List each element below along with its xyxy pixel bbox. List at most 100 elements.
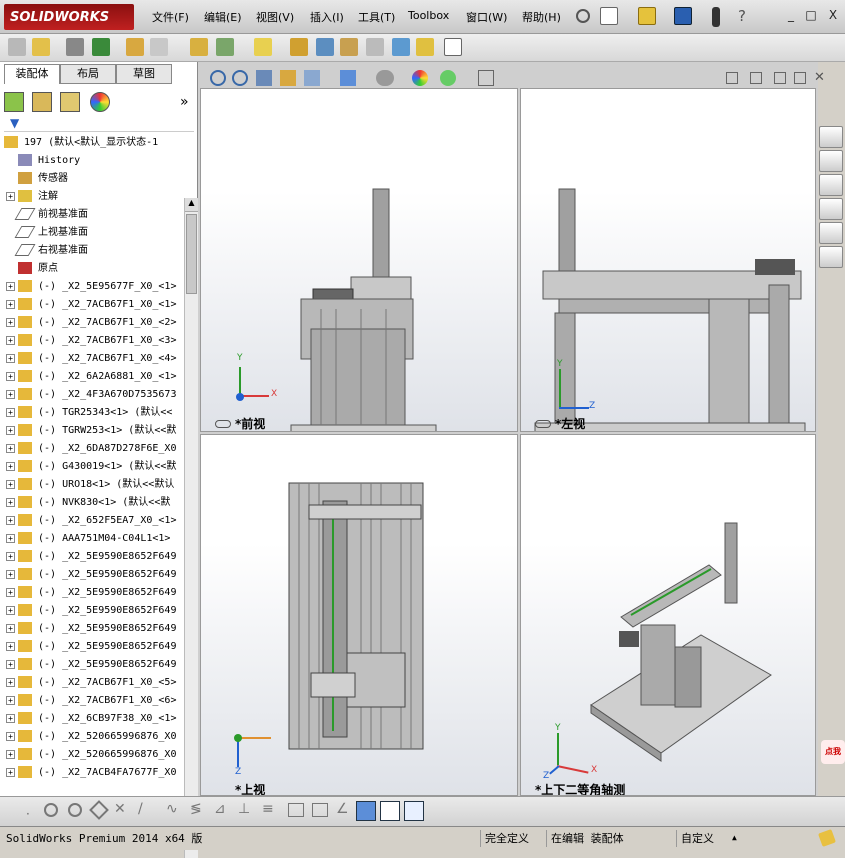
expand-toggle-icon[interactable]: + bbox=[6, 605, 15, 615]
view-link-icon[interactable] bbox=[215, 420, 231, 428]
display-style-icon[interactable] bbox=[340, 70, 356, 86]
exploded-view-icon[interactable] bbox=[340, 38, 358, 56]
tree-scrollbar[interactable]: ▲ bbox=[184, 198, 198, 858]
edit-appearance-icon[interactable] bbox=[412, 70, 428, 86]
units-dropdown-icon[interactable]: ▲ bbox=[732, 833, 737, 842]
expand-toggle-icon[interactable]: + bbox=[6, 443, 15, 453]
expand-toggle-icon[interactable]: + bbox=[6, 587, 15, 597]
circle-icon[interactable] bbox=[44, 803, 58, 817]
open-folder-icon[interactable] bbox=[638, 7, 656, 25]
tree-item[interactable]: 传感器 bbox=[0, 170, 184, 188]
expand-toggle-icon[interactable]: + bbox=[6, 407, 15, 417]
expand-toggle-icon[interactable]: + bbox=[6, 461, 15, 471]
pin-icon[interactable] bbox=[576, 9, 590, 23]
tree-item[interactable]: + (-) NVK830<1> (默认<<默 bbox=[0, 494, 184, 512]
tree-item[interactable]: + (-) _X2_7ACB67F1_X0_<2> bbox=[0, 314, 184, 332]
section-view-icon[interactable] bbox=[280, 70, 296, 86]
viewport-isometric[interactable]: Y X Z *上下二等角轴测 bbox=[520, 434, 816, 796]
bill-of-materials-icon[interactable] bbox=[316, 38, 334, 56]
expand-toggle-icon[interactable]: + bbox=[6, 569, 15, 579]
convert-icon[interactable]: ⊥ bbox=[238, 801, 250, 817]
tree-item[interactable]: + (-) _X2_5E9590E8652F649 bbox=[0, 584, 184, 602]
menu-tools[interactable]: 工具(T) bbox=[358, 9, 395, 25]
expand-toggle-icon[interactable]: + bbox=[6, 767, 15, 777]
tree-root[interactable]: 197 (默认<默认_显示状态-1 bbox=[0, 134, 184, 152]
help-icon[interactable]: ? bbox=[738, 7, 746, 25]
grid-icon[interactable] bbox=[312, 803, 328, 817]
dimension-icon[interactable] bbox=[288, 803, 304, 817]
relations-icon[interactable]: ≡ bbox=[262, 801, 274, 817]
view-settings-icon[interactable] bbox=[478, 70, 494, 86]
expand-toggle-icon[interactable]: + bbox=[6, 479, 15, 489]
solidworks-logo[interactable]: SOLIDWORKS bbox=[4, 4, 134, 30]
new-document-icon[interactable] bbox=[600, 7, 618, 25]
menu-window[interactable]: 窗口(W) bbox=[466, 9, 507, 25]
expand-toggle-icon[interactable]: + bbox=[6, 695, 15, 705]
move-component-icon[interactable] bbox=[150, 38, 168, 56]
tree-item[interactable]: + (-) _X2_5E9590E8652F649 bbox=[0, 548, 184, 566]
expand-toggle-icon[interactable]: + bbox=[6, 497, 15, 507]
tab-sketch[interactable]: 草图 bbox=[116, 64, 172, 84]
rebuild-icon[interactable] bbox=[712, 7, 720, 27]
previous-view-icon[interactable] bbox=[256, 70, 272, 86]
interference-icon[interactable] bbox=[392, 38, 410, 56]
tree-item[interactable]: + (-) _X2_6DA87D278F6E_X0 bbox=[0, 440, 184, 458]
fillet-icon[interactable]: ∿ bbox=[166, 801, 178, 817]
units-selector[interactable]: 自定义 bbox=[676, 830, 766, 847]
tree-item[interactable]: + (-) _X2_7ACB67F1_X0_<6> bbox=[0, 692, 184, 710]
menu-file[interactable]: 文件(F) bbox=[152, 9, 189, 25]
tree-item[interactable]: + (-) _X2_4F3A670D7535673 bbox=[0, 386, 184, 404]
tree-item[interactable]: + (-) _X2_6CB97F38_X0_<1> bbox=[0, 710, 184, 728]
menu-toolbox[interactable]: Toolbox bbox=[408, 9, 449, 22]
instant3d-icon[interactable] bbox=[444, 38, 462, 56]
four-viewports-icon[interactable] bbox=[404, 801, 424, 821]
rebuild-tag-icon[interactable] bbox=[818, 829, 836, 847]
restore-button[interactable]: □ bbox=[804, 8, 818, 22]
tree-item[interactable]: + (-) _X2_7ACB67F1_X0_<3> bbox=[0, 332, 184, 350]
tree-item[interactable]: + (-) _X2_5E9590E8652F649 bbox=[0, 620, 184, 638]
corner-badge[interactable]: 点我 bbox=[821, 740, 845, 764]
tree-item[interactable]: History bbox=[0, 152, 184, 170]
menu-help[interactable]: 帮助(H) bbox=[522, 9, 561, 25]
mirror-icon[interactable]: ⊿ bbox=[214, 801, 226, 817]
trim-icon[interactable]: ✕ bbox=[114, 801, 126, 817]
configuration-manager-icon[interactable] bbox=[60, 92, 80, 112]
expand-toggle-icon[interactable]: + bbox=[6, 641, 15, 651]
tree-item[interactable]: + (-) TGR25343<1> (默认<< bbox=[0, 404, 184, 422]
minimize-button[interactable]: _ bbox=[784, 8, 798, 22]
linear-pattern-icon[interactable] bbox=[92, 38, 110, 56]
home-icon[interactable] bbox=[819, 126, 843, 148]
view-link-icon[interactable] bbox=[535, 420, 551, 428]
polygon-icon[interactable] bbox=[89, 800, 109, 820]
tree-item[interactable]: + (-) _X2_6A2A6881_X0_<1> bbox=[0, 368, 184, 386]
design-library-icon[interactable] bbox=[819, 150, 843, 172]
tree-item[interactable]: + (-) _X2_5E9590E8652F649 bbox=[0, 602, 184, 620]
expand-panel-icon[interactable]: » bbox=[180, 94, 189, 110]
tree-item[interactable]: + (-) _X2_5E9590E8652F649 bbox=[0, 656, 184, 674]
close-view-icon[interactable]: ✕ bbox=[814, 70, 825, 85]
zoom-fit-icon[interactable] bbox=[210, 70, 226, 86]
expand-toggle-icon[interactable]: + bbox=[6, 371, 15, 381]
two-viewports-icon[interactable] bbox=[380, 801, 400, 821]
feature-tree-icon[interactable] bbox=[4, 92, 24, 112]
component-insert-icon[interactable] bbox=[8, 38, 26, 56]
tab-assembly[interactable]: 装配体 bbox=[4, 64, 60, 84]
tree-item[interactable]: 原点 bbox=[0, 260, 184, 278]
expand-toggle-icon[interactable]: + bbox=[6, 515, 15, 525]
filter-bar[interactable]: ▼ bbox=[4, 116, 194, 132]
appearance-icon[interactable] bbox=[90, 92, 110, 112]
tree-item[interactable]: + (-) _X2_5E95677F_X0_<1> bbox=[0, 278, 184, 296]
restore-view-icon[interactable] bbox=[794, 72, 806, 84]
tree-item[interactable]: + (-) _X2_7ACB67F1_X0_<1> bbox=[0, 296, 184, 314]
zoom-area-icon[interactable] bbox=[232, 70, 248, 86]
expand-toggle-icon[interactable]: + bbox=[6, 623, 15, 633]
view-palette-icon[interactable] bbox=[819, 198, 843, 220]
two-view-icon[interactable] bbox=[774, 72, 786, 84]
tree-item[interactable]: + (-) _X2_7ACB67F1_X0_<4> bbox=[0, 350, 184, 368]
single-view-icon[interactable] bbox=[750, 72, 762, 84]
property-manager-icon[interactable] bbox=[32, 92, 52, 112]
new-motion-study-icon[interactable] bbox=[290, 38, 308, 56]
menu-insert[interactable]: 插入(I) bbox=[310, 9, 344, 25]
assembly-features-icon[interactable] bbox=[216, 38, 234, 56]
hide-show-items-icon[interactable] bbox=[376, 70, 394, 86]
